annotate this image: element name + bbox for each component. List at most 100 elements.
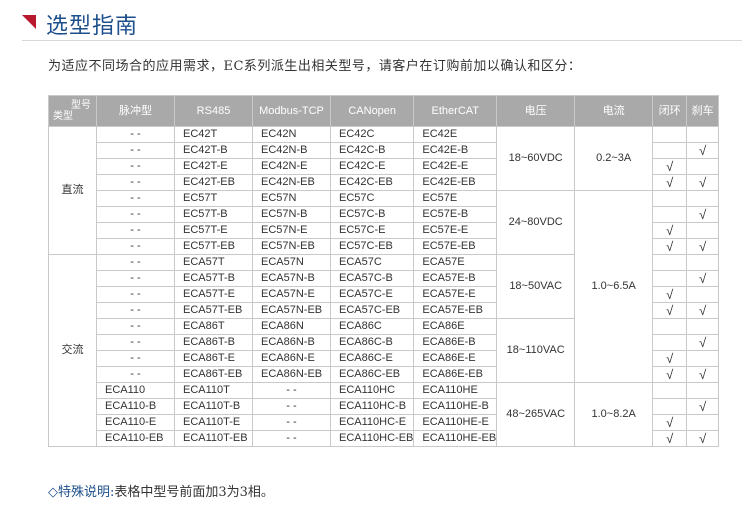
header-modbus-tcp: Modbus-TCP (252, 95, 331, 127)
cell-ethercat: EC57E-E (413, 222, 498, 239)
voltage-cell: 48~265VAC (496, 382, 576, 447)
closed-loop-check: √ (652, 286, 688, 303)
title-row: 选型指南 (22, 9, 138, 39)
corner-model-label: 型号 (71, 100, 91, 111)
cell-pulse: - - (96, 238, 175, 255)
corner-type-label: 类型 (53, 111, 73, 122)
brake-cell (686, 286, 720, 303)
cell-modbus-tcp: ECA57N-E (252, 286, 331, 303)
cell-ethercat: EC42E (413, 126, 498, 143)
header-canopen: CANopen (329, 95, 415, 127)
cell-pulse: - - (96, 206, 175, 223)
cell-modbus-tcp: ECA57N (252, 254, 331, 271)
closed-loop-cell (652, 398, 688, 415)
cell-canopen: ECA57C-E (329, 286, 415, 303)
cell-ethercat: ECA86E (413, 318, 498, 335)
closed-loop-cell (652, 382, 688, 399)
cell-modbus-tcp: ECA57N-EB (252, 302, 331, 319)
header-voltage: 电压 (496, 95, 576, 127)
closed-loop-cell (652, 318, 688, 335)
cell-canopen: EC42C-EB (329, 174, 415, 191)
cell-modbus-tcp: ECA86N (252, 318, 331, 335)
cell-modbus-tcp: - - (252, 382, 331, 399)
cell-pulse: - - (96, 318, 175, 335)
cell-modbus-tcp: EC57N-E (252, 222, 331, 239)
cell-ethercat: EC57E-EB (413, 238, 498, 255)
header-closed-loop: 闭环 (652, 95, 688, 127)
cell-modbus-tcp: EC42N (252, 126, 331, 143)
cell-pulse: - - (96, 190, 175, 207)
brake-cell (686, 318, 720, 335)
cell-pulse: - - (96, 158, 175, 175)
brake-cell (686, 350, 720, 367)
cell-rs485: EC42T (174, 126, 253, 143)
cell-rs485: ECA110T-EB (174, 430, 253, 447)
brake-cell (686, 222, 720, 239)
cell-ethercat: ECA110HE-E (413, 414, 498, 431)
cell-rs485: ECA86T (174, 318, 253, 335)
cell-rs485: ECA57T-EB (174, 302, 253, 319)
cell-modbus-tcp: EC57N (252, 190, 331, 207)
brake-check: √ (686, 238, 720, 255)
brake-cell (686, 382, 720, 399)
cell-modbus-tcp: EC42N-EB (252, 174, 331, 191)
header-brake: 刹车 (686, 95, 720, 127)
closed-loop-cell (652, 190, 688, 207)
cell-modbus-tcp: EC57N-EB (252, 238, 331, 255)
cell-pulse: ECA110 (96, 382, 175, 399)
brake-check: √ (686, 142, 720, 159)
cell-ethercat: ECA57E-E (413, 286, 498, 303)
cell-canopen: EC57C-B (329, 206, 415, 223)
cell-ethercat: EC42E-B (413, 142, 498, 159)
cell-pulse: - - (96, 222, 175, 239)
cell-ethercat: EC42E-EB (413, 174, 498, 191)
cell-canopen: ECA110HC (329, 382, 415, 399)
cell-canopen: EC57C-EB (329, 238, 415, 255)
brake-check: √ (686, 334, 720, 351)
voltage-cell: 18~50VAC (496, 254, 576, 319)
brake-cell (686, 190, 720, 207)
closed-loop-cell (652, 126, 688, 143)
cell-ethercat: EC57E (413, 190, 498, 207)
header-current: 电流 (574, 95, 654, 127)
cell-rs485: ECA86T-E (174, 350, 253, 367)
cell-ethercat: EC57E-B (413, 206, 498, 223)
brake-cell (686, 126, 720, 143)
closed-loop-cell (652, 334, 688, 351)
title-divider (22, 40, 742, 41)
cell-ethercat: ECA57E (413, 254, 498, 271)
special-note: ◇特殊说明:表格中型号前面加3为3相。 (48, 481, 274, 500)
cell-canopen: ECA57C (329, 254, 415, 271)
cell-rs485: EC42T-E (174, 158, 253, 175)
closed-loop-check: √ (652, 302, 688, 319)
table-row: - - EC57T EC57N EC57C EC57E 24~80VDC 1.0… (49, 190, 720, 383)
table-header-row: 型号 类型 脉冲型 RS485 Modbus-TCP CANopen Ether… (48, 95, 720, 127)
cell-modbus-tcp: ECA86N-B (252, 334, 331, 351)
closed-loop-cell (652, 206, 688, 223)
cell-ethercat: ECA110HE-B (413, 398, 498, 415)
cell-pulse: ECA110-B (96, 398, 175, 415)
cell-canopen: ECA110HC-E (329, 414, 415, 431)
cell-canopen: EC57C-E (329, 222, 415, 239)
page-subtitle: 为适应不同场合的应用需求，EC系列派生出相关型号，请客户在订购前加以确认和区分： (48, 59, 582, 74)
cell-ethercat: ECA86E-EB (413, 366, 498, 383)
selection-table: 型号 类型 脉冲型 RS485 Modbus-TCP CANopen Ether… (48, 95, 720, 447)
type-cell-ac: 交流 (48, 254, 97, 447)
note-label: ◇特殊说明: (48, 485, 115, 500)
cell-modbus-tcp: ECA86N-E (252, 350, 331, 367)
cell-modbus-tcp: ECA57N-B (252, 270, 331, 287)
cell-canopen: EC57C (329, 190, 415, 207)
cell-canopen: EC42C-E (329, 158, 415, 175)
cell-pulse: - - (96, 126, 175, 143)
cell-canopen: ECA110HC-EB (329, 430, 415, 447)
closed-loop-cell (652, 254, 688, 271)
cell-rs485: ECA57T-E (174, 286, 253, 303)
closed-loop-check: √ (652, 350, 688, 367)
cell-pulse: - - (96, 174, 175, 191)
cell-rs485: EC57T-E (174, 222, 253, 239)
header-pulse: 脉冲型 (96, 95, 175, 127)
closed-loop-check: √ (652, 238, 688, 255)
cell-rs485: EC57T (174, 190, 253, 207)
closed-loop-cell (652, 142, 688, 159)
cell-pulse: - - (96, 270, 175, 287)
